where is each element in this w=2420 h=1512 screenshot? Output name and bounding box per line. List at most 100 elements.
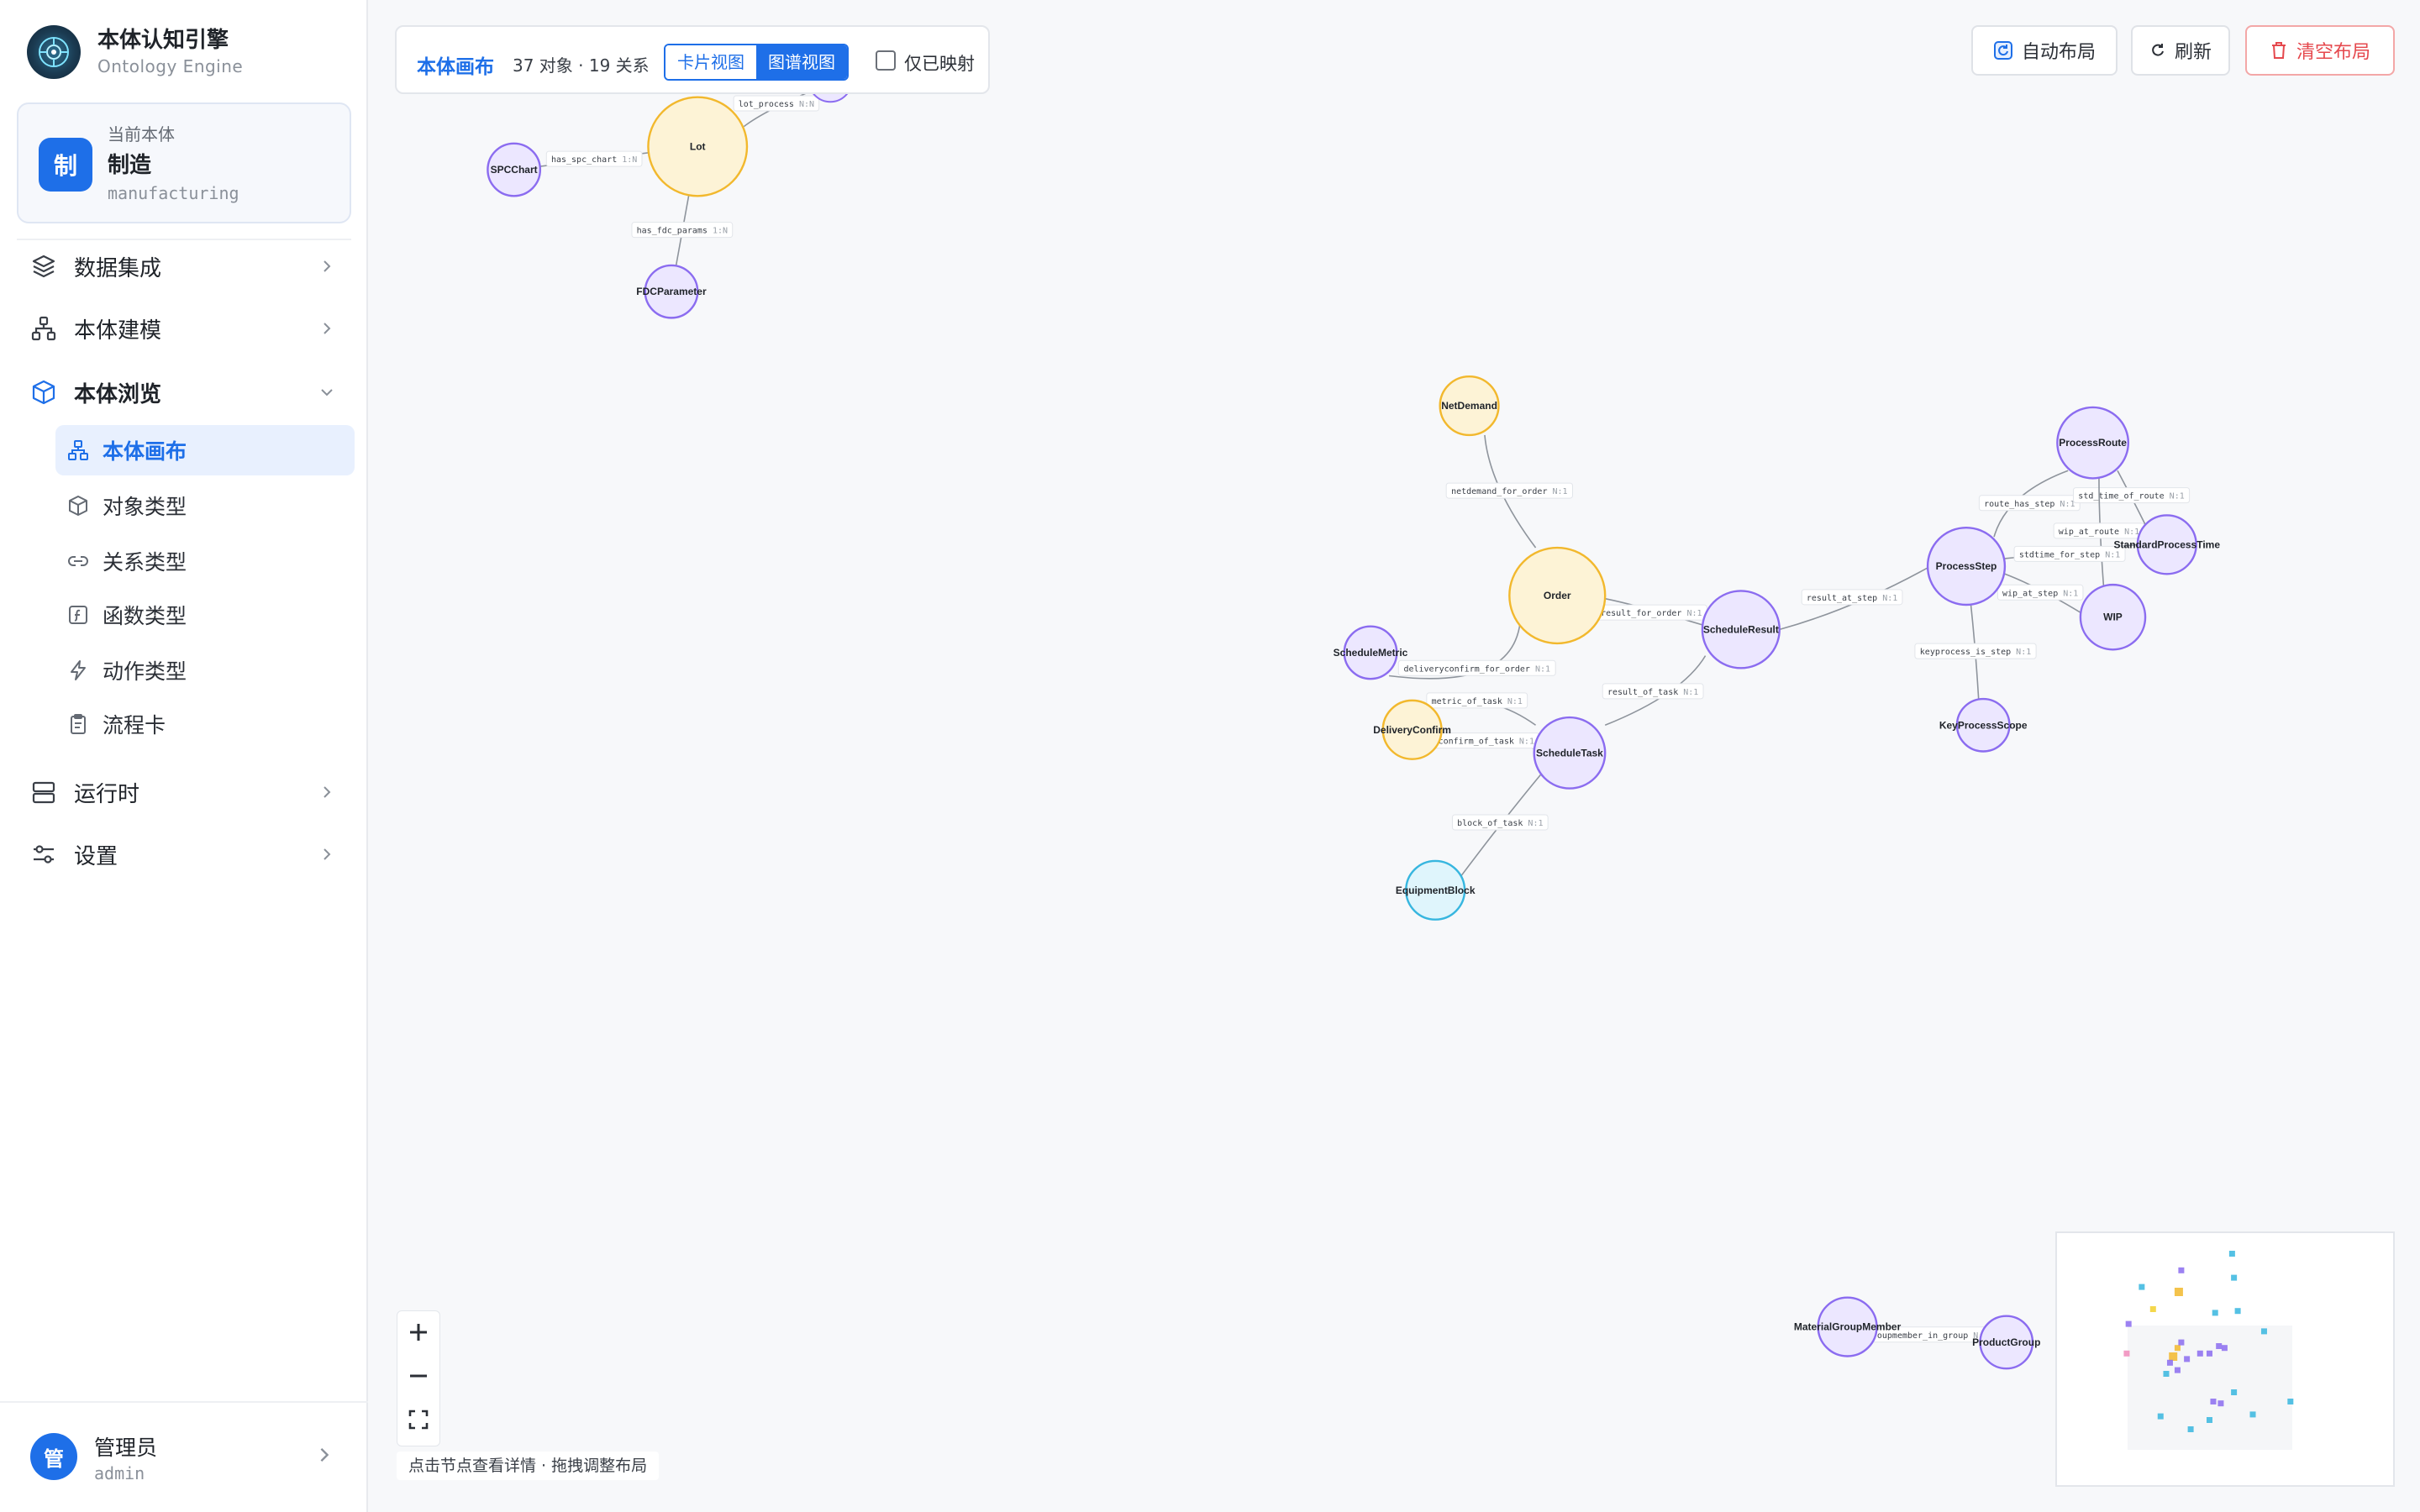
node-label: ProcessRoute <box>2059 437 2127 449</box>
minimap-node <box>2249 1411 2256 1418</box>
only-mapped-checkbox[interactable] <box>876 50 896 71</box>
canvas-hint: 点击节点查看详情 · 拖拽调整布局 <box>397 1452 660 1480</box>
edge-label: has_fdc_params 1:N <box>637 227 728 236</box>
card-view-button[interactable]: 卡片视图 <box>666 45 756 79</box>
edge-cardinality: N:1 <box>2170 492 2185 501</box>
graph-edge-result_at_step[interactable]: result_at_step N:1 <box>1779 567 1928 631</box>
node-label: ProductGroup <box>1972 1336 2040 1348</box>
layout-refresh-icon <box>1993 40 2013 60</box>
node-label: FDCParameter <box>636 286 707 297</box>
graph-node-Lot[interactable]: Lot <box>647 96 749 197</box>
minimap-node <box>2157 1413 2164 1420</box>
edge-cardinality: 1:N <box>622 155 637 165</box>
graph-edge-wip_at_step[interactable]: wip_at_step N:1 <box>1996 573 2084 613</box>
graph-edge-lot_process[interactable]: lot_process N:N <box>733 88 820 128</box>
graph-node-ScheduleResult[interactable]: ScheduleResult <box>1701 590 1781 669</box>
edge-label: result_at_step N:1 <box>1807 594 1897 603</box>
minimap-node <box>2187 1426 2194 1432</box>
edge-label: confirm_of_task N:1 <box>1439 738 1534 747</box>
minimap-node <box>2174 1345 2181 1352</box>
graph-edge-metric_of_task[interactable]: metric_of_task N:1 <box>1426 692 1537 726</box>
node-label: StandardProcessTime <box>2114 538 2221 550</box>
edge-label: result_for_order N:1 <box>1601 609 1702 618</box>
edge-cardinality: N:1 <box>1882 594 1897 603</box>
graph-node-Order[interactable]: Order <box>1508 546 1607 645</box>
edge-cardinality: N:1 <box>2016 648 2031 657</box>
graph-edge-keyprocess_is_step[interactable]: keyprocess_is_step N:1 <box>1914 604 2037 700</box>
node-label: Order <box>1544 590 1571 601</box>
trash-icon <box>2270 41 2288 60</box>
edge-cardinality: N:1 <box>2060 500 2075 509</box>
edge-cardinality: N:N <box>799 100 814 109</box>
minimap-node <box>2212 1310 2218 1316</box>
zoom-in-button[interactable] <box>397 1311 439 1353</box>
fullscreen-icon <box>408 1410 429 1430</box>
zoom-controls <box>397 1310 440 1446</box>
graph-edge-netdemand_for_order[interactable]: netdemand_for_order N:1 <box>1445 434 1573 549</box>
minimap[interactable] <box>2055 1231 2395 1487</box>
edge-cardinality: N:1 <box>2124 528 2139 537</box>
minimap-node <box>2207 1350 2212 1357</box>
edge-label: result_of_task N:1 <box>1607 688 1698 697</box>
edge-cardinality: N:1 <box>1535 664 1550 674</box>
edge-cardinality: N:1 <box>2105 550 2120 559</box>
edge-label: metric_of_task N:1 <box>1432 697 1523 706</box>
minimap-canvas <box>2123 1251 2294 1450</box>
minimap-node <box>2221 1345 2228 1352</box>
graph-node-ScheduleMetric[interactable]: ScheduleMetric <box>1334 625 1408 680</box>
minimap-node <box>2169 1352 2178 1361</box>
graph-node-FDCParameter[interactable]: FDCParameter <box>636 264 707 319</box>
node-label: DeliveryConfirm <box>1373 724 1451 736</box>
minimap-node <box>2123 1350 2130 1357</box>
edge-cardinality: N:1 <box>1553 487 1568 496</box>
minimap-viewport <box>2128 1326 2292 1450</box>
minimap-node <box>2216 1343 2223 1349</box>
node-label: SPCChart <box>491 164 538 176</box>
graph-node-ScheduleTask[interactable]: ScheduleTask <box>1533 716 1607 790</box>
edge-label: wip_at_route N:1 <box>2059 528 2139 537</box>
graph-node-SPCChart[interactable]: SPCChart <box>487 142 542 197</box>
node-label: ScheduleTask <box>1536 747 1603 759</box>
node-label: MaterialGroupMember <box>1794 1321 1902 1333</box>
graph-node-KeyProcessScope[interactable]: KeyProcessScope <box>1939 697 2028 753</box>
graph-node-EquipmentBlock[interactable]: EquipmentBlock <box>1396 859 1476 921</box>
node-label: ProcessStep <box>1936 560 1997 572</box>
graph-node-ProcessStep[interactable]: ProcessStep <box>1926 526 2007 606</box>
fit-view-button[interactable] <box>397 1399 439 1441</box>
clear-layout-button[interactable]: 清空布局 <box>2245 25 2395 76</box>
graph-stats: 37 对象 · 19 关系 <box>513 55 650 76</box>
refresh-icon <box>2149 42 2166 59</box>
minus-icon <box>410 1374 427 1378</box>
graph-node-DeliveryConfirm[interactable]: DeliveryConfirm <box>1373 699 1451 760</box>
minimap-node <box>2260 1328 2267 1335</box>
minimap-node <box>2231 1274 2238 1281</box>
only-mapped-label[interactable]: 仅已映射 <box>904 50 975 76</box>
nodes-layer: Lot SPCChart FDCParameter NetDemand Order Sch… <box>487 57 2221 1370</box>
minimap-node <box>2178 1339 2185 1346</box>
graph-node-MaterialGroupMember[interactable]: MaterialGroupMember <box>1794 1296 1902 1357</box>
edge-cardinality: N:1 <box>1683 688 1698 697</box>
auto-layout-button[interactable]: 自动布局 <box>1971 25 2118 76</box>
graph-node-ProcessRoute[interactable]: ProcessRoute <box>2056 406 2130 480</box>
node-label: ScheduleResult <box>1703 623 1779 635</box>
edge-label: route_has_step N:1 <box>1984 500 2075 509</box>
auto-layout-label: 自动布局 <box>2021 42 2096 63</box>
minimap-node <box>2207 1417 2212 1423</box>
minimap-node <box>2234 1308 2241 1315</box>
node-label: EquipmentBlock <box>1396 885 1476 896</box>
refresh-button[interactable]: 刷新 <box>2131 25 2230 76</box>
minimap-node <box>2231 1389 2238 1395</box>
edge-label: std_time_of_route N:1 <box>2078 492 2184 501</box>
graph-node-WIP[interactable]: WIP <box>2079 583 2147 651</box>
graph-edge-result_for_order[interactable]: result_for_order N:1 <box>1595 597 1707 626</box>
plus-icon <box>410 1324 427 1341</box>
graph-node-ProductGroup[interactable]: ProductGroup <box>1972 1315 2040 1370</box>
graph-node-NetDemand[interactable]: NetDemand <box>1439 375 1500 437</box>
graph-edge-result_of_task[interactable]: result_of_task N:1 <box>1602 655 1707 727</box>
graph-view-button[interactable]: 图谱视图 <box>756 45 847 79</box>
node-label: NetDemand <box>1441 400 1497 412</box>
graph-edge-block_of_task[interactable]: block_of_task N:1 <box>1451 770 1549 880</box>
minimap-node <box>2228 1251 2235 1257</box>
edge-label: deliveryconfirm_for_order N:1 <box>1403 664 1550 674</box>
zoom-out-button[interactable] <box>397 1355 439 1397</box>
